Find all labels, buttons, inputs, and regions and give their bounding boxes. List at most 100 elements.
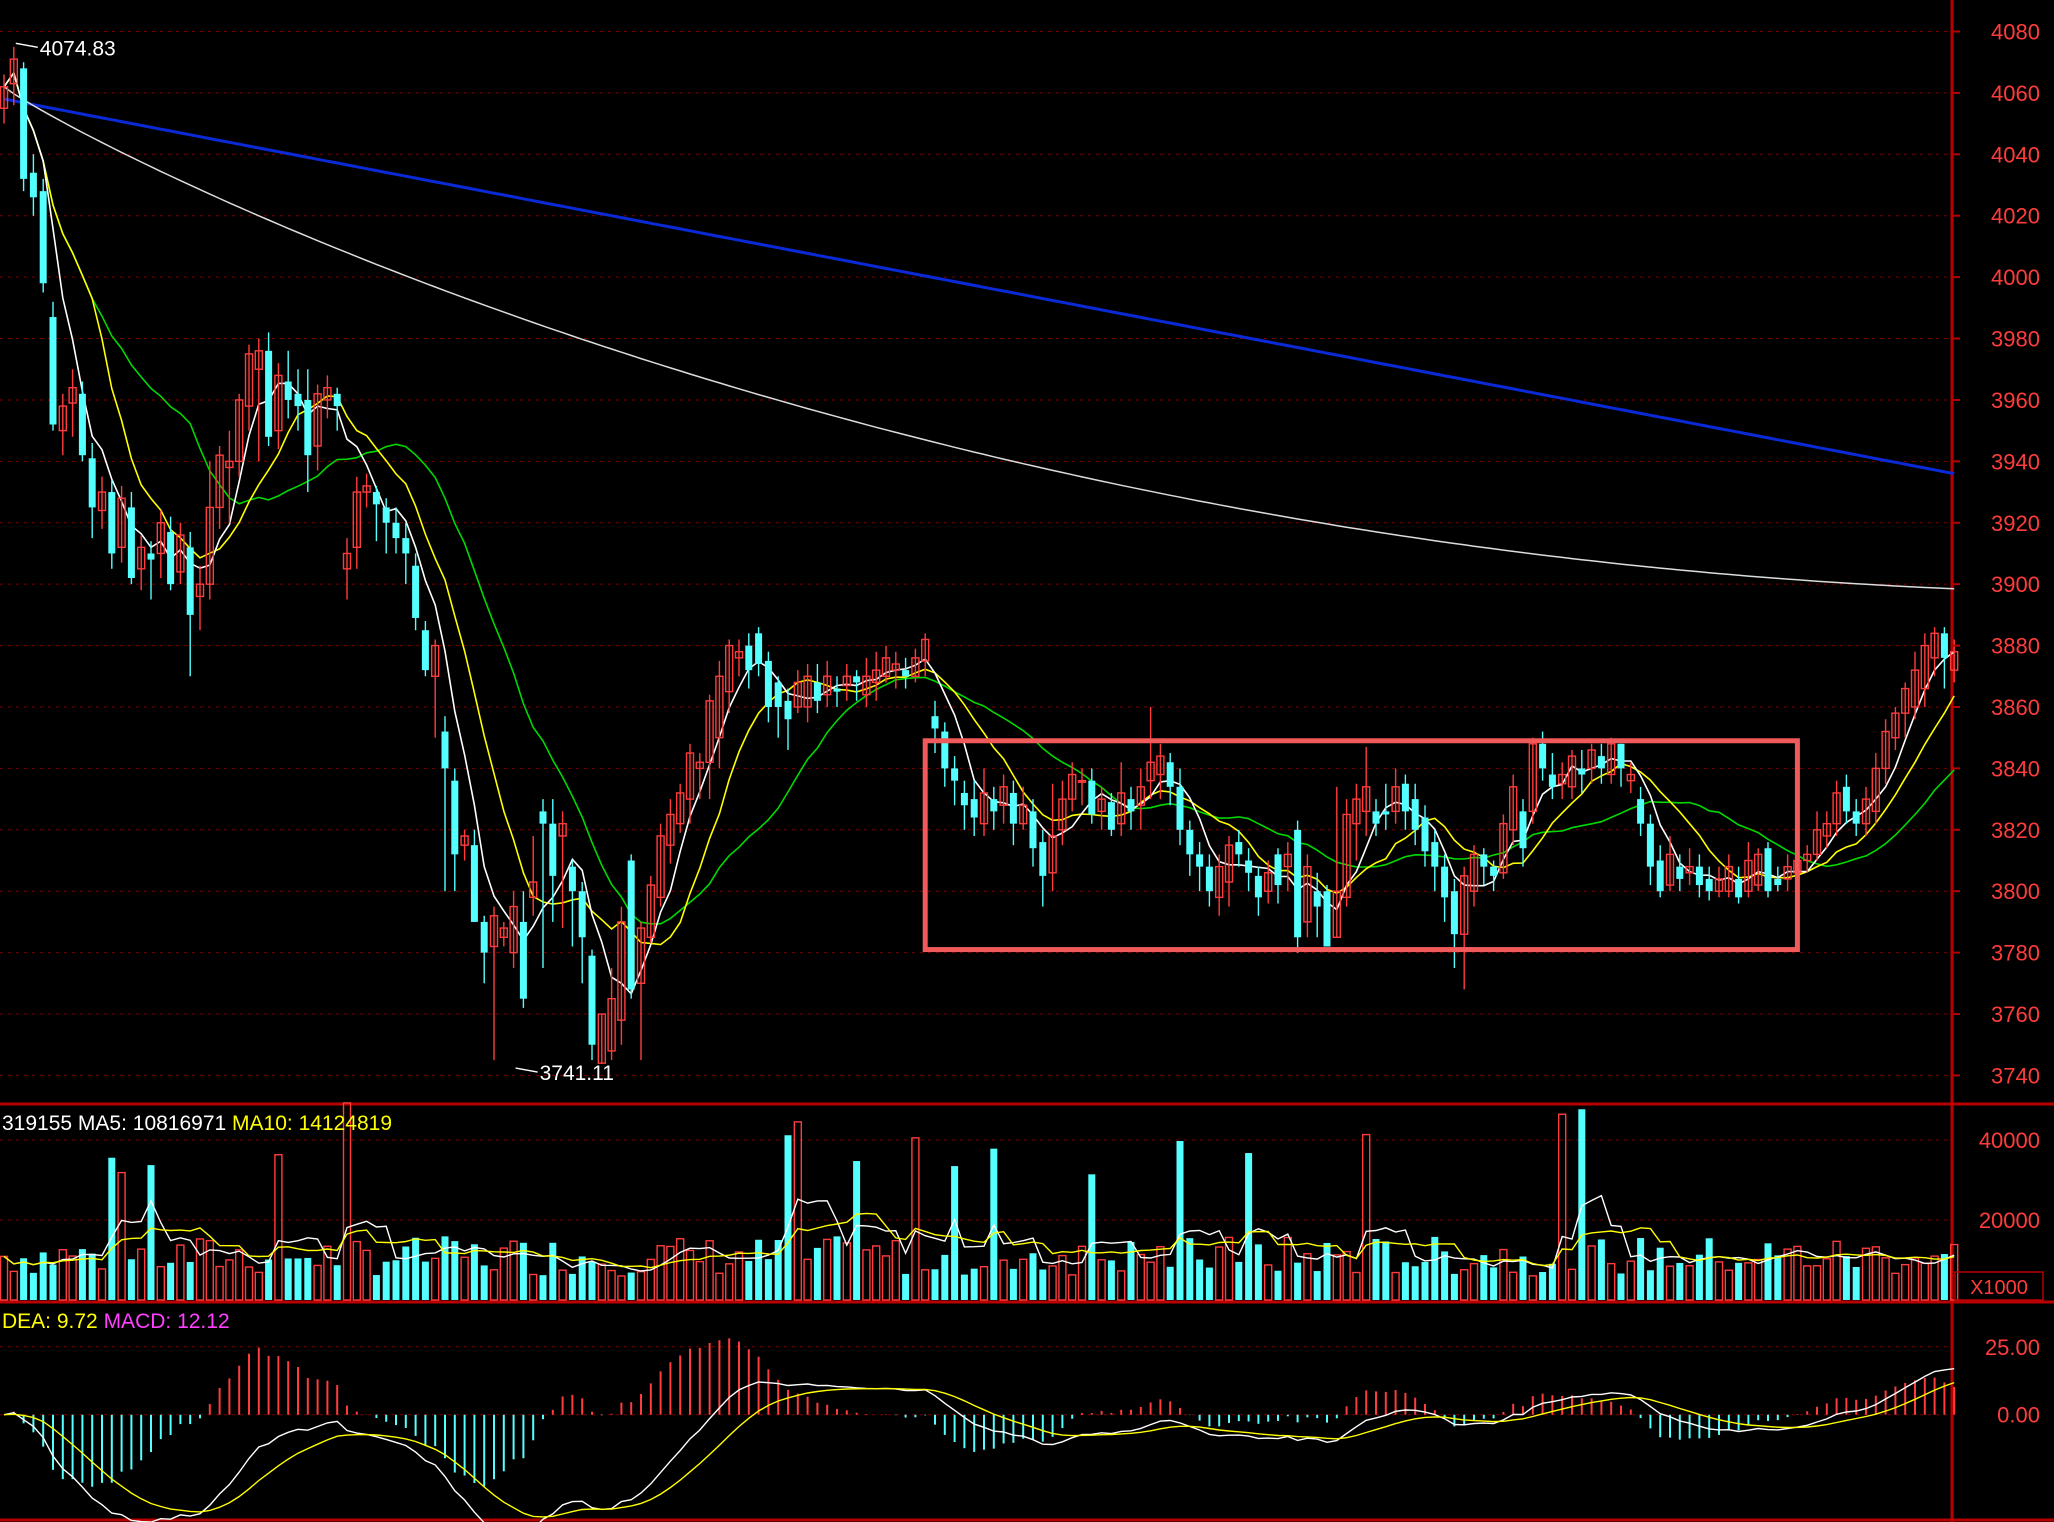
candle-down [774, 682, 782, 707]
volume-bar-down [392, 1260, 400, 1300]
candle-down [1421, 817, 1429, 852]
candle-down [1196, 854, 1204, 867]
volume-bar-down [88, 1253, 96, 1300]
volume-bar-down [1205, 1267, 1213, 1300]
candle-down [970, 799, 978, 818]
volume-bar-down [1313, 1271, 1321, 1300]
candle-down [1039, 842, 1047, 876]
price-tick-label: 4060 [1991, 81, 2040, 106]
volume-bar-down [1490, 1267, 1498, 1300]
candle-down [539, 811, 547, 824]
volume-bar-down [1441, 1251, 1449, 1300]
candle-down [333, 393, 341, 407]
volume-tick-label: 20000 [1979, 1208, 2040, 1233]
macd-tick-label: 0.00 [1997, 1403, 2040, 1428]
volume-unit-label: X1000 [1970, 1277, 2028, 1299]
candle-down [108, 492, 116, 554]
price-tick-label: 3880 [1991, 634, 2040, 659]
volume-bar-down [1107, 1260, 1115, 1300]
candle-down [470, 845, 478, 922]
volume-bar-down [1548, 1263, 1556, 1300]
volume-bar-down [480, 1265, 488, 1300]
volume-header: 319155 MA5: 10816971 MA10: 14124819 [2, 1112, 392, 1135]
price-tick-label: 3760 [1991, 1002, 2040, 1027]
volume-bar-down [1382, 1241, 1390, 1300]
volume-bar-down [970, 1268, 978, 1300]
volume-bar-down [833, 1236, 841, 1300]
volume-bar-down [1245, 1153, 1253, 1300]
price-tick-label: 3820 [1991, 818, 2040, 843]
price-tick-label: 3980 [1991, 327, 2040, 352]
volume-bar-down [1695, 1254, 1703, 1300]
candle-down [1637, 799, 1645, 824]
candle-down [784, 700, 792, 720]
candle-down [1166, 762, 1174, 787]
candle-down [1441, 866, 1449, 898]
volume-bar-down [1852, 1267, 1860, 1300]
stock-chart[interactable]: 4074.83 3741.11 4080 4060 4040 4020 4000 3980 3… [0, 0, 2054, 1522]
candle-down [39, 191, 47, 284]
candle-down [1705, 878, 1713, 892]
volume-bar-down [49, 1264, 57, 1300]
price-tick-label: 3920 [1991, 511, 2040, 536]
volume-bar-down [39, 1252, 47, 1300]
volume-bar-down [294, 1258, 302, 1300]
candle-down [1597, 756, 1605, 769]
volume-bar-down [1735, 1262, 1743, 1300]
candle-down [147, 553, 155, 560]
price-tick-label: 3860 [1991, 695, 2040, 720]
candle-down [578, 891, 586, 938]
candle-down [1088, 780, 1096, 815]
volume-bar-down [745, 1260, 753, 1300]
volume-bar-down [1196, 1259, 1204, 1300]
candle-down [745, 645, 753, 671]
candle-down [1029, 811, 1037, 849]
volume-bar-down [1039, 1269, 1047, 1300]
price-tick-label: 4040 [1991, 142, 2040, 167]
volume-bar-down [1254, 1244, 1262, 1300]
candle-down [29, 172, 37, 198]
candle-down [1372, 811, 1380, 824]
volume-bar-down [1088, 1174, 1096, 1300]
candle-down [88, 458, 96, 508]
candle-down [902, 670, 910, 677]
candle-down [1617, 743, 1625, 769]
volume-bar-down [29, 1272, 37, 1300]
candle-down [1107, 802, 1115, 830]
price-tick-label: 3900 [1991, 572, 2040, 597]
candle-down [1774, 878, 1782, 886]
volume-bar-down [1764, 1243, 1772, 1300]
candle-down [1254, 875, 1262, 898]
candle-down [186, 547, 194, 615]
candle-down [951, 768, 959, 781]
volume-bar-down [588, 1261, 596, 1300]
candle-down [853, 676, 861, 683]
volume-bar-down [402, 1246, 410, 1300]
candle-down [931, 716, 939, 729]
candle-down [1323, 891, 1331, 947]
volume-bar-down [1372, 1239, 1380, 1300]
candle-down [1205, 866, 1213, 892]
candle-down [1548, 774, 1556, 787]
volume-bar-down [441, 1236, 449, 1300]
volume-bar-down [372, 1275, 380, 1300]
candle-down [1940, 633, 1948, 658]
candle-down [402, 538, 410, 554]
candle-down [1127, 799, 1135, 812]
candle-down [1764, 848, 1772, 892]
volume-bar-down [1294, 1262, 1302, 1300]
volume-bar-down [1656, 1247, 1664, 1300]
candle-down [764, 660, 772, 707]
candle-down [1274, 854, 1282, 886]
candle-down [1009, 792, 1017, 824]
candle-down [392, 522, 400, 539]
low-price-label: 3741.11 [540, 1062, 614, 1085]
candle-down [1519, 811, 1527, 849]
volume-bar-down [1421, 1261, 1429, 1300]
candle-down [1245, 860, 1253, 873]
candle-down [421, 630, 429, 671]
candle-down [1695, 866, 1703, 886]
macd-header: DEA: 9.72 MACD: 12.12 [2, 1310, 230, 1333]
volume-bar-down [1637, 1238, 1645, 1300]
volume-bar-down [960, 1274, 968, 1300]
